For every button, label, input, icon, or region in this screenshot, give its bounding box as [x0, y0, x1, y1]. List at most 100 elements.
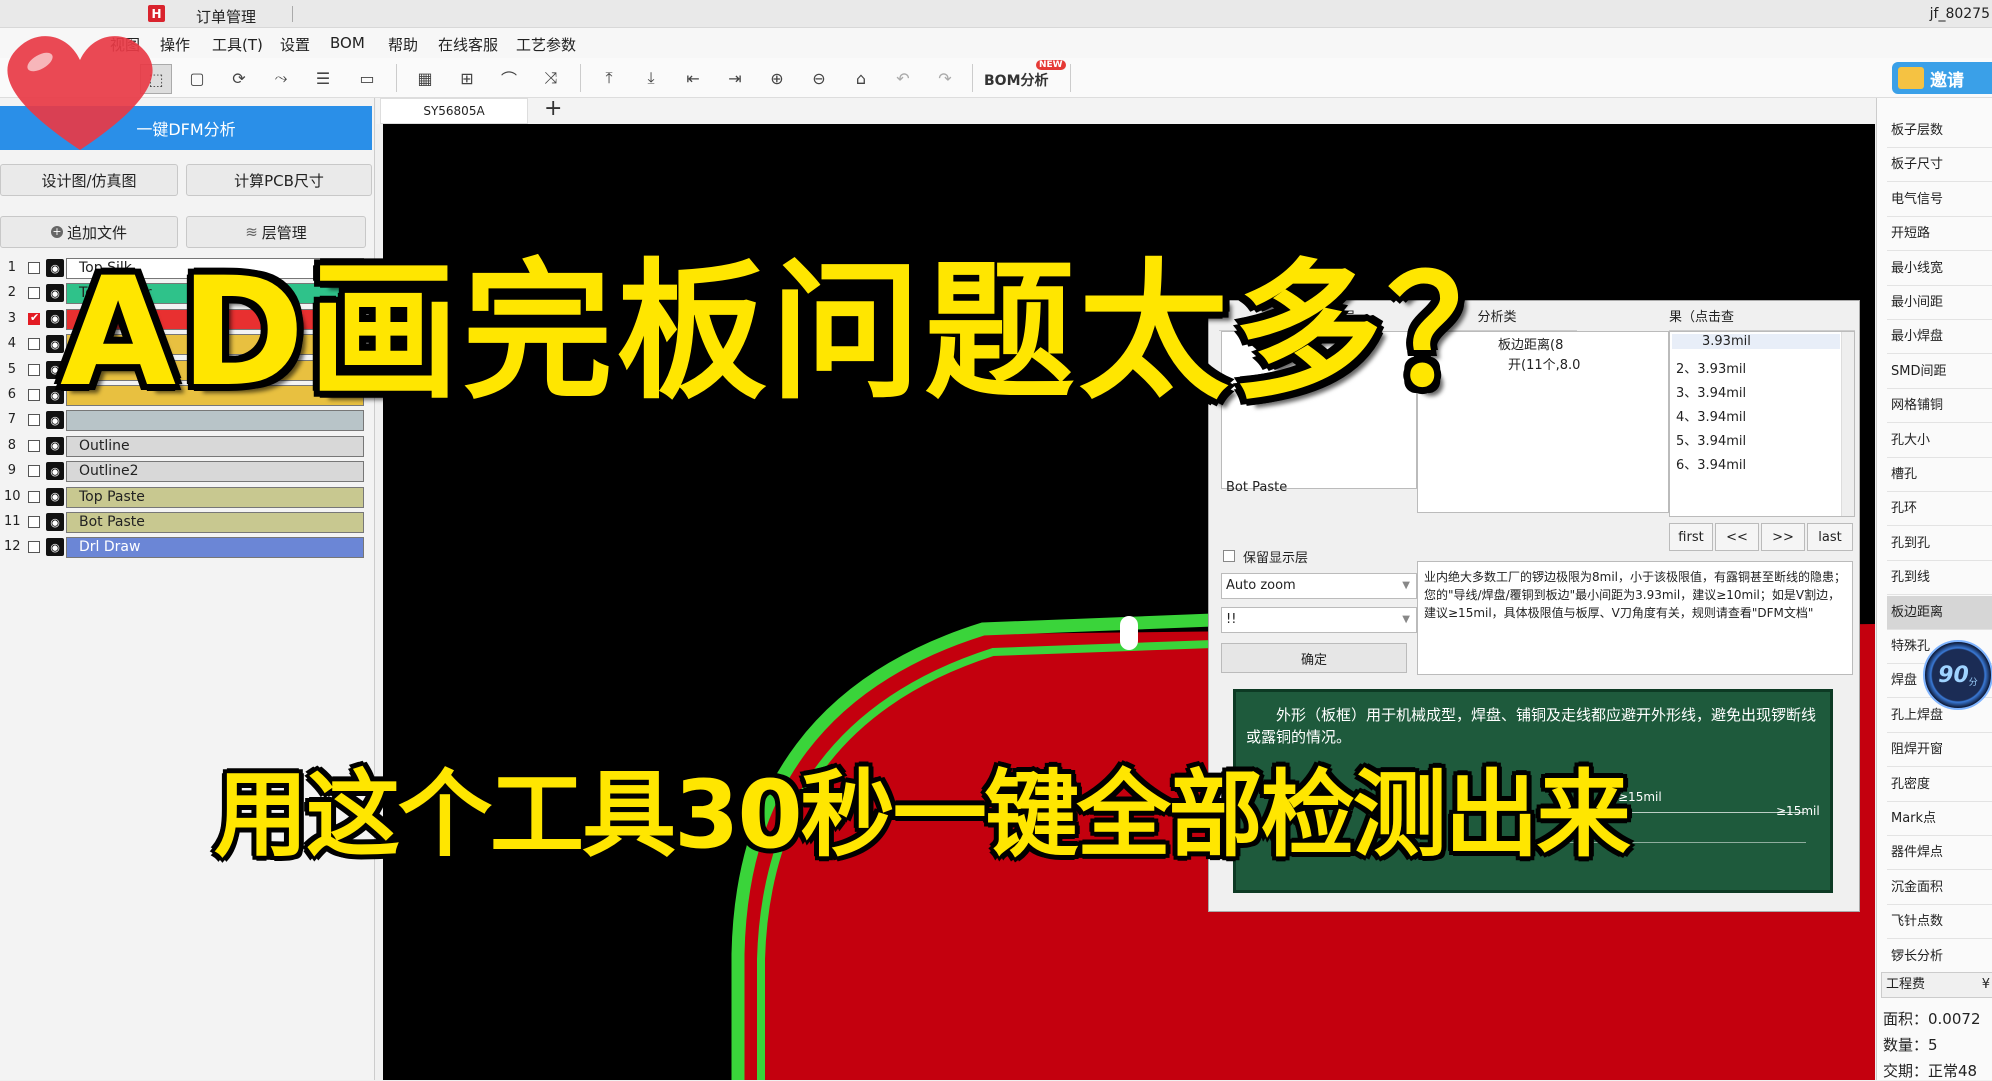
eye-icon[interactable]: ◉: [46, 538, 64, 557]
layer-row[interactable]: 12 ◉ Drl Draw: [0, 535, 370, 560]
check-item[interactable]: SMD间距: [1887, 355, 1992, 389]
check-item[interactable]: 飞针点数: [1887, 905, 1992, 940]
nav-first-button[interactable]: first: [1669, 523, 1713, 551]
result-item[interactable]: 6、3.94mil: [1676, 454, 1746, 473]
redo-icon[interactable]: ↷: [930, 64, 960, 92]
measure-icon[interactable]: ⌒: [494, 64, 524, 92]
align-left-icon[interactable]: ⇤: [678, 64, 708, 92]
zoom-select[interactable]: Auto zoom ▼: [1221, 573, 1417, 599]
bom-analysis-button[interactable]: BOM分析: [984, 70, 1049, 90]
grid-icon[interactable]: ▦: [410, 64, 440, 92]
add-tab-icon[interactable]: +: [544, 96, 562, 121]
result-item[interactable]: 3.93mil: [1672, 334, 1840, 349]
undo-icon[interactable]: ↶: [888, 64, 918, 92]
check-item[interactable]: Mark点: [1887, 802, 1992, 836]
layer-name[interactable]: Bot Paste: [66, 512, 364, 533]
connect-icon[interactable]: ⤨: [536, 64, 566, 92]
nav-last-button[interactable]: last: [1807, 523, 1853, 551]
check-item[interactable]: 板子尺寸: [1887, 148, 1992, 183]
check-item[interactable]: 沉金面积: [1887, 871, 1992, 905]
zoom-in-icon[interactable]: ⊕: [762, 64, 792, 92]
check-item[interactable]: 最小间距: [1887, 286, 1992, 320]
layer-visibility-checkbox[interactable]: [28, 389, 40, 401]
check-item[interactable]: 槽孔: [1887, 458, 1992, 492]
align-bottom-icon[interactable]: ⤓: [636, 64, 666, 92]
box-select-icon[interactable]: ▢: [182, 64, 212, 92]
result-item[interactable]: 3、3.94mil: [1676, 382, 1746, 401]
layer-visibility-checkbox[interactable]: [28, 414, 40, 427]
check-item[interactable]: 开短路: [1887, 217, 1992, 252]
layer-name[interactable]: Drl Draw: [66, 537, 364, 559]
ruler-icon[interactable]: ▭: [352, 64, 382, 92]
layer-row[interactable]: 9 ◉ Outline2: [0, 459, 370, 484]
menu-bom[interactable]: BOM: [330, 34, 365, 52]
layer-visibility-checkbox[interactable]: [28, 363, 40, 376]
layer-name[interactable]: Outline2: [66, 461, 364, 483]
invite-button[interactable]: 邀请: [1892, 62, 1992, 94]
eye-icon[interactable]: ◉: [46, 436, 64, 455]
check-item[interactable]: 最小焊盘: [1887, 320, 1992, 355]
layer-visibility-checkbox[interactable]: [28, 541, 40, 554]
align-top-icon[interactable]: ⤒: [594, 64, 624, 92]
check-item[interactable]: 孔密度: [1887, 768, 1992, 802]
check-item[interactable]: 电气信号: [1887, 183, 1992, 217]
calc-pcb-size-button[interactable]: 计算PCB尺寸: [186, 164, 372, 196]
check-item[interactable]: 最小线宽: [1887, 252, 1992, 286]
check-item[interactable]: 孔大小: [1887, 424, 1992, 458]
nav-prev-button[interactable]: <<: [1715, 523, 1759, 551]
result-item[interactable]: 2、3.93mil: [1676, 358, 1746, 377]
menu-online-service[interactable]: 在线客服: [438, 34, 498, 55]
check-item[interactable]: 孔到孔: [1887, 527, 1992, 561]
menu-operate[interactable]: 操作: [160, 34, 190, 55]
layer-name[interactable]: Top Paste: [66, 486, 364, 508]
menu-settings[interactable]: 设置: [280, 34, 310, 55]
rule-select[interactable]: !! ▼: [1221, 607, 1417, 633]
layer-visibility-checkbox[interactable]: [28, 439, 40, 452]
layer-visibility-checkbox[interactable]: [28, 516, 40, 528]
result-item[interactable]: 4、3.94mil: [1676, 406, 1746, 425]
layer-management-button[interactable]: ≋ 层管理: [186, 216, 366, 248]
confirm-button[interactable]: 确定: [1221, 643, 1407, 673]
layer-name[interactable]: Outline: [66, 435, 364, 457]
layer-visibility-checkbox[interactable]: [28, 262, 40, 274]
layer-row[interactable]: 11 ◉ Bot Paste: [0, 510, 370, 535]
layer-visibility-checkbox[interactable]: ✔: [28, 311, 40, 325]
check-item[interactable]: 锣长分析: [1887, 940, 1992, 974]
layers-tool-icon[interactable]: ☰: [308, 64, 338, 92]
eye-icon[interactable]: ◉: [46, 513, 64, 531]
menu-process-params[interactable]: 工艺参数: [516, 34, 576, 55]
rotate-icon[interactable]: ⟳: [224, 64, 254, 92]
canvas-tab[interactable]: SY56805A: [380, 98, 528, 124]
layer-row[interactable]: 8 ◉ Outline: [0, 434, 370, 459]
check-item[interactable]: 板子层数: [1887, 114, 1992, 148]
check-item[interactable]: 孔环: [1887, 492, 1992, 527]
zoom-out-icon[interactable]: ⊖: [804, 64, 834, 92]
eye-icon[interactable]: ◉: [46, 487, 64, 506]
check-item[interactable]: 阻焊开窗: [1887, 733, 1992, 768]
align-icon[interactable]: ⊞: [452, 64, 482, 92]
keep-layer-checkbox[interactable]: [1223, 550, 1235, 562]
menu-tools[interactable]: 工具(T): [212, 34, 263, 55]
check-item[interactable]: 器件焊点: [1887, 836, 1992, 871]
layer-visibility-checkbox[interactable]: [28, 490, 40, 503]
nav-next-button[interactable]: >>: [1761, 523, 1805, 551]
check-item[interactable]: 网格铺铜: [1887, 389, 1992, 424]
window-tab-title[interactable]: 订单管理: [196, 6, 256, 27]
layer-row[interactable]: 10 ◉ Top Paste: [0, 485, 370, 510]
eye-icon[interactable]: ◉: [46, 462, 64, 481]
check-item[interactable]: 板边距离: [1887, 595, 1992, 630]
design-sim-button[interactable]: 设计图/仿真图: [0, 164, 178, 196]
check-item[interactable]: 孔到线: [1887, 561, 1992, 596]
menu-help[interactable]: 帮助: [388, 34, 418, 55]
align-right-icon[interactable]: ⇥: [720, 64, 750, 92]
result-listbox[interactable]: 3.93mil 2、3.93mil 3、3.94mil 4、3.94mil 5、…: [1669, 331, 1855, 517]
route-icon[interactable]: ⤳: [266, 64, 296, 92]
layer-list-item[interactable]: Bot Paste: [1226, 480, 1287, 495]
home-icon[interactable]: ⌂: [846, 64, 876, 92]
result-item[interactable]: 5、3.94mil: [1676, 430, 1746, 449]
layer-visibility-checkbox[interactable]: [28, 465, 40, 478]
result-scrollbar[interactable]: [1841, 332, 1854, 516]
add-file-button[interactable]: + 追加文件: [0, 216, 178, 248]
layer-visibility-checkbox[interactable]: [28, 287, 40, 300]
layer-visibility-checkbox[interactable]: [28, 338, 40, 351]
